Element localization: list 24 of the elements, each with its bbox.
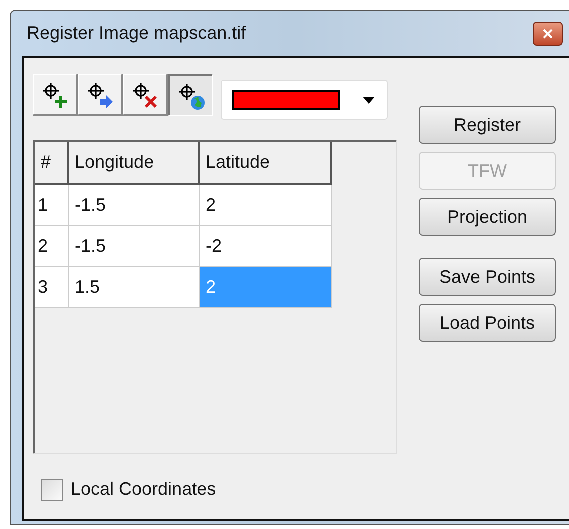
window-title: Register Image mapscan.tif [27,22,246,45]
dropdown-arrow-icon [363,96,375,104]
crosshair-plus-icon [41,80,69,108]
crosshair-globe-icon [177,82,205,110]
table-cell[interactable]: -1.5 [69,226,200,267]
table-cell[interactable]: 2 [35,226,69,267]
checkbox[interactable] [41,478,63,500]
table-cell[interactable]: 1.5 [69,267,200,308]
close-icon [543,28,553,38]
action-button[interactable]: Save Points [419,258,556,296]
action-button[interactable]: Projection [419,198,556,236]
crosshair-arrow-icon [86,80,114,108]
color-dropdown[interactable] [221,80,388,120]
table-cell[interactable]: -1.5 [69,185,200,226]
crosshair-x-icon [131,80,159,108]
action-button[interactable]: Register [419,106,556,144]
table-cell[interactable]: 2 [200,185,332,226]
table-cell[interactable]: 3 [35,267,69,308]
tool-button[interactable] [168,74,213,116]
table-cell[interactable]: -2 [200,226,332,267]
checkbox-label: Local Coordinates [71,478,216,501]
action-button[interactable]: Load Points [419,304,556,342]
close-button[interactable] [533,22,563,46]
table-cell[interactable]: 1 [35,185,69,226]
